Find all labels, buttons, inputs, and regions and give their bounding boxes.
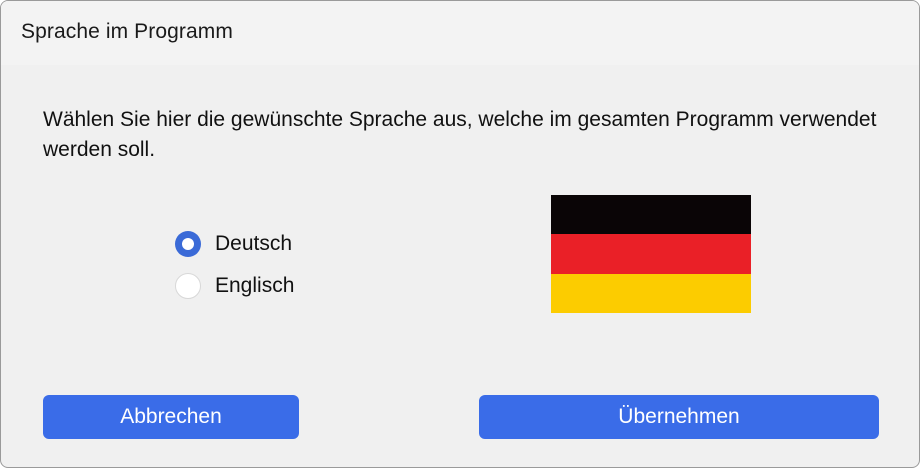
flag-stripe-gold — [551, 273, 751, 313]
flag-stripe-red — [551, 234, 751, 274]
dialog-title: Sprache im Programm — [21, 20, 233, 43]
radio-option-deutsch[interactable]: Deutsch — [175, 231, 292, 257]
german-flag-image — [551, 195, 751, 313]
cancel-button[interactable]: Abbrechen — [43, 395, 299, 439]
radio-button-englisch[interactable] — [175, 273, 201, 299]
radio-label-deutsch[interactable]: Deutsch — [215, 232, 292, 256]
radio-button-deutsch[interactable] — [175, 231, 201, 257]
radio-label-englisch[interactable]: Englisch — [215, 274, 294, 298]
language-dialog: Sprache im Programm Wählen Sie hier die … — [0, 0, 920, 468]
flag-stripe-black — [551, 195, 751, 235]
title-bar: Sprache im Programm — [1, 1, 919, 65]
radio-option-englisch[interactable]: Englisch — [175, 273, 294, 299]
instruction-text: Wählen Sie hier die gewünschte Sprache a… — [43, 108, 877, 161]
apply-button[interactable]: Übernehmen — [479, 395, 879, 439]
